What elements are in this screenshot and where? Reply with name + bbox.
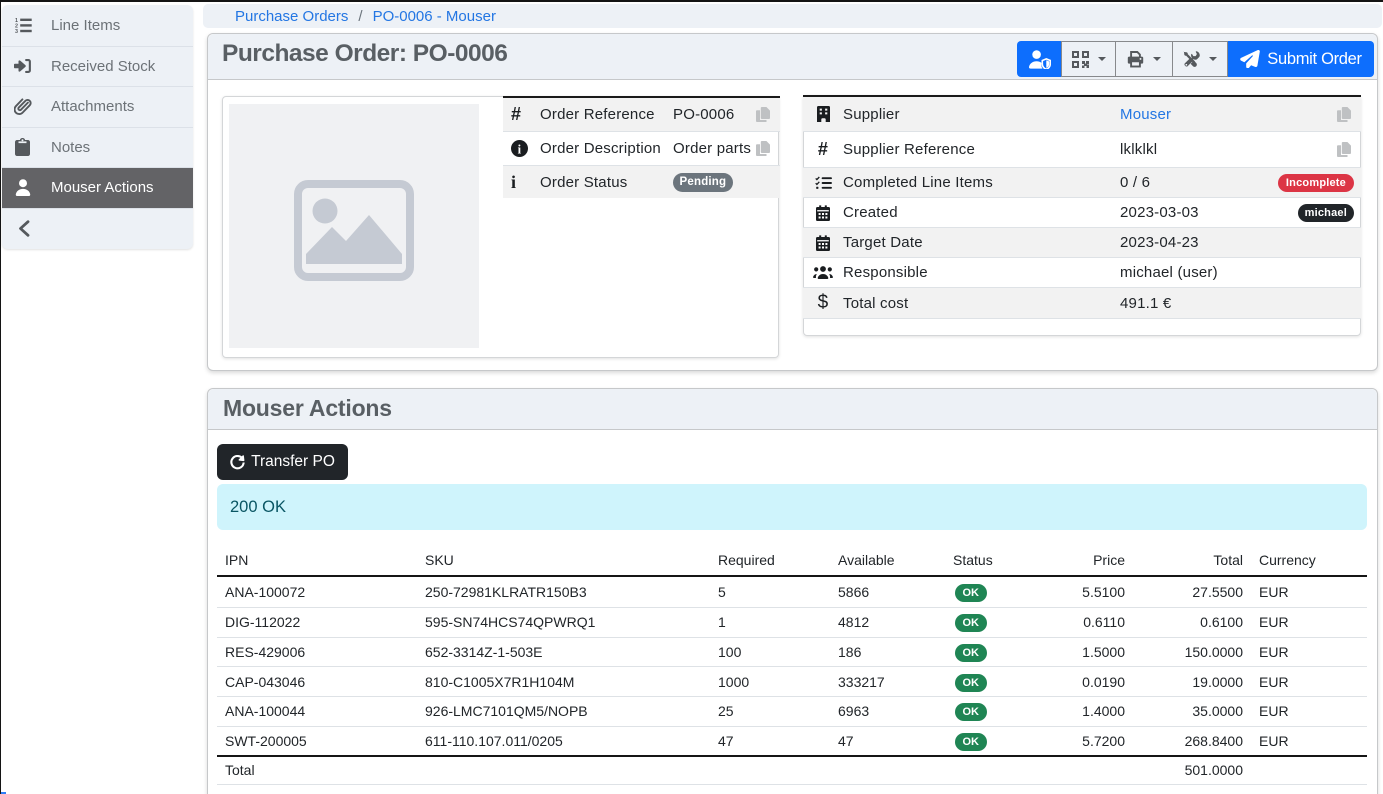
svg-text:i: i (518, 142, 522, 156)
svg-text:3: 3 (15, 29, 18, 34)
